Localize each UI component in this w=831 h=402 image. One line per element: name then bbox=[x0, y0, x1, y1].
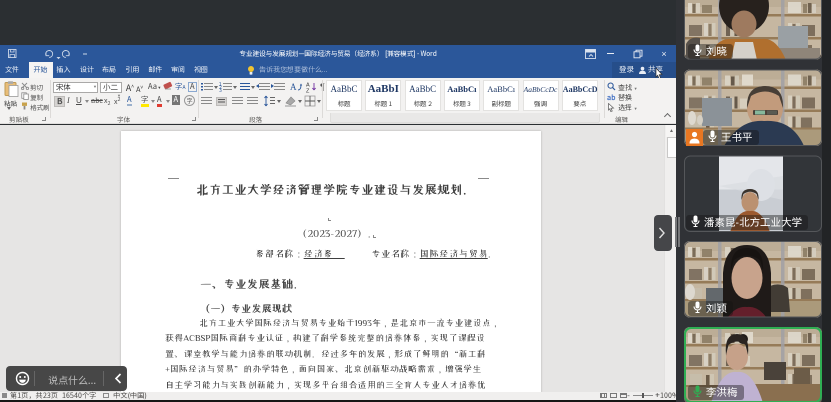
svg-text:Z: Z bbox=[306, 89, 310, 94]
svg-text:A: A bbox=[290, 82, 297, 92]
